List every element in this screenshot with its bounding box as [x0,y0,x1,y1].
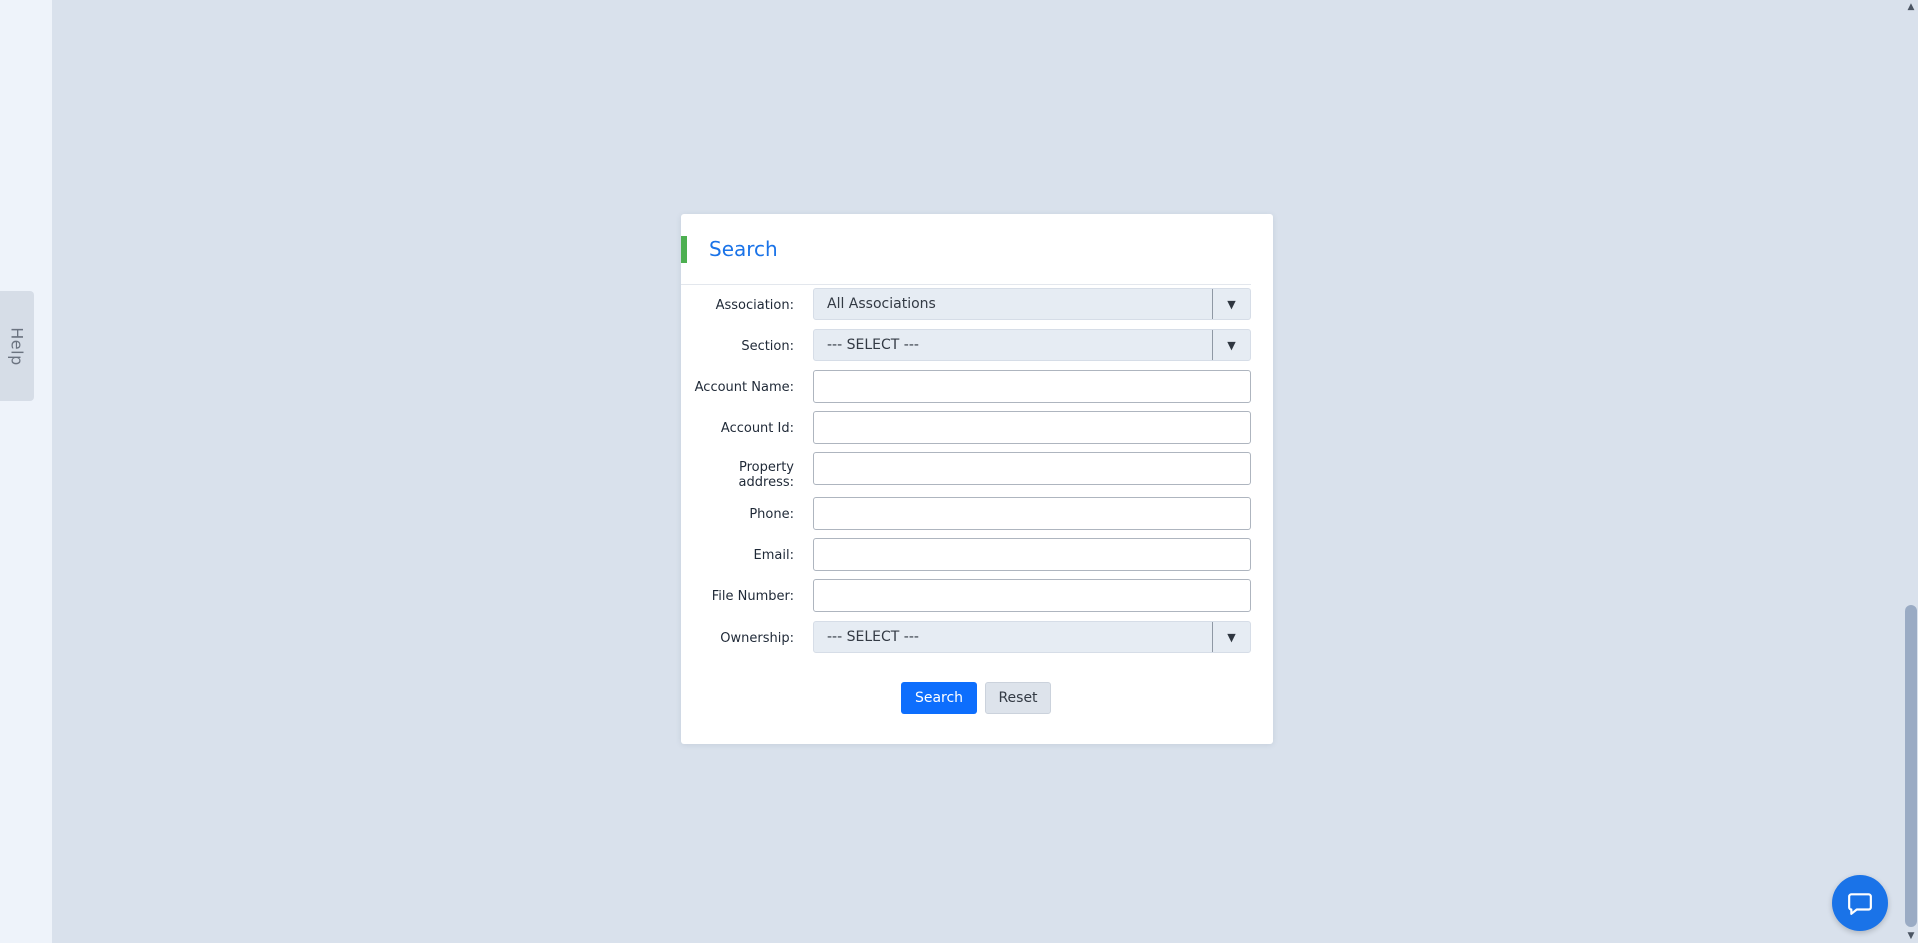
file-number-label: File Number: [711,588,794,604]
section-label: Section: [741,338,794,354]
account-id-row: Account Id: [681,411,1273,445]
ownership-label: Ownership: [720,630,794,646]
search-panel: Search Association: All Associations ▼ S… [681,214,1273,744]
association-row: Association: All Associations ▼ [681,288,1273,322]
association-label: Association: [715,297,794,313]
scrollbar-thumb[interactable] [1905,605,1917,927]
help-tab-label: Help [7,326,27,366]
file-number-row: File Number: [681,579,1273,613]
vertical-scrollbar[interactable]: ▲ ▼ [1904,0,1918,943]
help-tab[interactable]: Help [0,291,34,401]
email-label: Email: [753,547,794,563]
property-address-label: Property address: [738,460,794,490]
chevron-up-icon[interactable]: ▲ [1905,1,1917,13]
email-row: Email: [681,538,1273,572]
section-select-value: --- SELECT --- [827,337,919,353]
property-address-row: Property address: [681,452,1273,490]
account-id-label: Account Id: [720,420,794,436]
dropdown-arrow-icon[interactable]: ▼ [1212,289,1250,319]
dropdown-arrow-icon[interactable]: ▼ [1212,330,1250,360]
association-select-value: All Associations [827,296,936,312]
panel-title: Search [709,237,778,261]
association-select[interactable]: All Associations ▼ [813,288,1251,320]
chat-bubble-icon [1848,893,1872,915]
phone-label: Phone: [749,506,794,522]
section-select[interactable]: --- SELECT --- ▼ [813,329,1251,361]
account-name-row: Account Name: [681,370,1273,404]
dropdown-arrow-icon[interactable]: ▼ [1212,622,1250,652]
phone-input[interactable] [813,497,1251,530]
search-button[interactable]: Search [901,682,977,714]
file-number-input[interactable] [813,579,1251,612]
email-input[interactable] [813,538,1251,571]
account-name-input[interactable] [813,370,1251,403]
ownership-row: Ownership: --- SELECT --- ▼ [681,621,1273,655]
reset-button[interactable]: Reset [985,682,1051,714]
ownership-select[interactable]: --- SELECT --- ▼ [813,621,1251,653]
phone-row: Phone: [681,497,1273,531]
chat-button[interactable] [1832,875,1888,931]
account-id-input[interactable] [813,411,1251,444]
title-accent-bar [681,236,687,263]
ownership-select-value: --- SELECT --- [827,629,919,645]
account-name-label: Account Name: [694,379,794,395]
chevron-down-icon[interactable]: ▼ [1905,930,1917,942]
panel-header: Search [681,236,1251,285]
left-rail [0,0,52,943]
section-row: Section: --- SELECT --- ▼ [681,329,1273,363]
property-address-input[interactable] [813,452,1251,485]
